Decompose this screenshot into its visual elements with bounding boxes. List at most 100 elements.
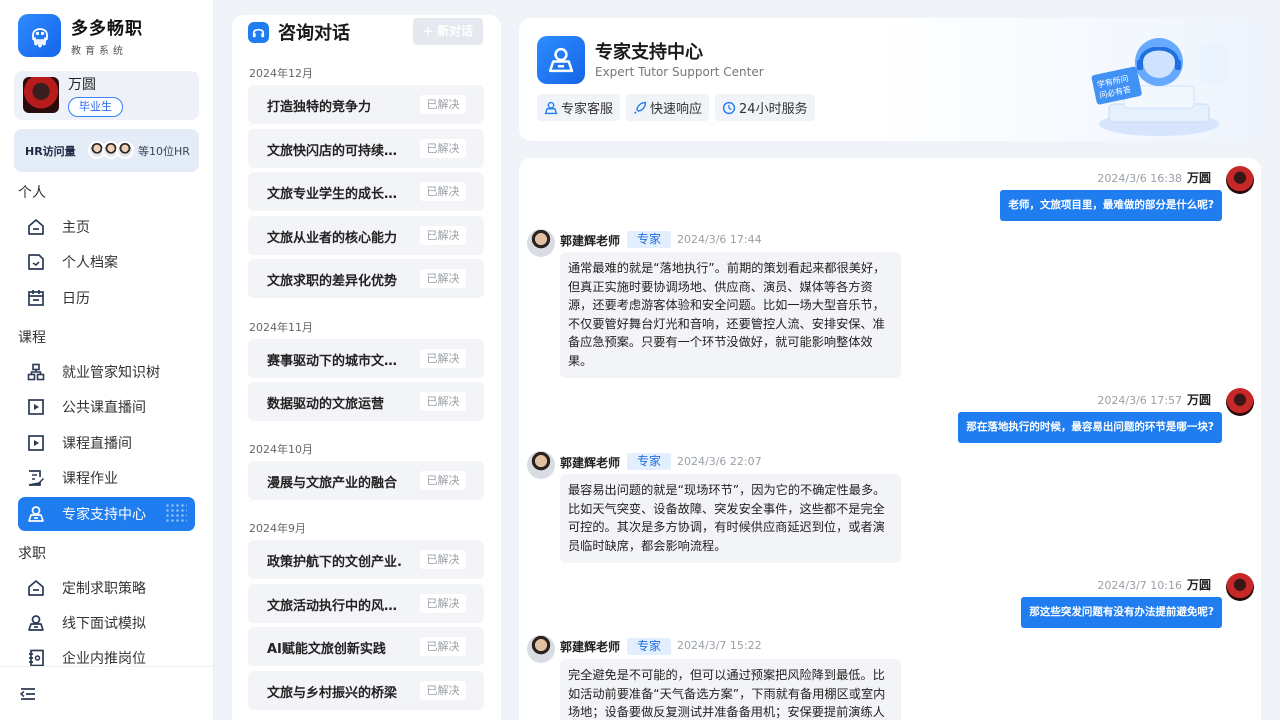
conversation-title: 文旅活动执行中的风险管理	[267, 599, 407, 614]
conversation-title: 文旅与乡村振兴的桥梁	[267, 686, 398, 701]
group-date-label: 2024年10月	[249, 443, 313, 456]
status-badge: 已解决	[420, 182, 466, 201]
nav-section-course: 课程	[18, 330, 46, 346]
nav-item-home[interactable]: 主页	[18, 210, 195, 244]
message-bubble-sent: 老师，文旅项目里，最难做的部分是什么呢?	[1000, 190, 1222, 221]
conversation-item[interactable]: 文旅快闪店的可持续挑战 已解决	[248, 129, 484, 168]
status-badge: 已解决	[420, 392, 466, 411]
message-line: 备应急预案。只要有一个环节没做好，就可能影响整体效	[568, 335, 873, 349]
message-bubble-sent: 那这些突发问题有没有办法提前避免呢?	[1021, 597, 1222, 628]
sender-name: 万圆	[1186, 393, 1211, 407]
message-line: 通常最难的就是“落地执行”。前期的策划看起来都很美好，	[568, 261, 886, 275]
message-meta: 2024/3/6 17:57 万圆	[1011, 391, 1211, 408]
status-badge: 已解决	[420, 95, 466, 114]
avatar	[527, 229, 555, 257]
customer-service-illustration: 学有所问 问必有答	[1091, 38, 1229, 136]
conversation-item[interactable]: 文旅专业学生的成长方向 已解决	[248, 172, 484, 211]
conversation-item[interactable]: 漫展与文旅产业的融合 已解决	[248, 461, 484, 500]
conversation-item[interactable]: 赛事驱动下的城市文旅发展 已解决	[248, 339, 484, 378]
avatar	[1226, 166, 1254, 194]
collapse-menu-icon[interactable]	[19, 685, 37, 703]
conversation-item[interactable]: 文旅与乡村振兴的桥梁 已解决	[248, 671, 484, 710]
feature-tag-label: 快速响应	[650, 102, 703, 117]
conversation-title: 数据驱动的文旅运营	[267, 397, 385, 412]
message-bubble-sent: 那在落地执行的时候，最容易出问题的环节是哪一块?	[958, 412, 1222, 443]
clock-24-icon	[722, 101, 736, 114]
nav-item-calendar[interactable]: 日历	[18, 281, 195, 315]
nav-item-homework[interactable]: 课程作业	[18, 461, 195, 495]
status-badge: 已解决	[420, 550, 466, 569]
new-conversation-button[interactable]: + 新对话	[413, 18, 483, 45]
nav-item-profile[interactable]: 个人档案	[18, 245, 195, 279]
status-badge: 已解决	[420, 681, 466, 700]
status-badge: 已解决	[420, 139, 466, 158]
profile-doc-icon	[26, 252, 46, 272]
message-line: 但真正实施时要协调场地、供应商、演员、媒体等各方资	[568, 279, 873, 294]
nav-item-label: 公共课直播间	[62, 400, 146, 416]
expert-support-icon	[537, 36, 585, 84]
nav-item-label: 定制求职策略	[62, 581, 146, 597]
nav-item-course-live[interactable]: 课程直播间	[18, 426, 195, 460]
nav-item-label: 日历	[62, 291, 90, 307]
sender-name: 万圆	[1186, 171, 1211, 185]
sender-name: 郭建辉老师	[560, 234, 621, 248]
user-card[interactable]: 万圆 毕业生	[14, 71, 199, 120]
expert-badge: 专家	[627, 231, 671, 248]
page-title: 专家支持中心	[595, 42, 703, 63]
hr-avatars	[88, 141, 134, 159]
rocket-icon	[634, 101, 647, 114]
message-time: 2024/3/7 15:22	[677, 639, 762, 652]
feature-tag: 24小时服务	[715, 94, 815, 121]
feature-tag-label: 24小时服务	[739, 102, 808, 117]
nav-item-label: 课程直播间	[62, 436, 132, 452]
conversation-title: AI赋能文旅创新实践	[267, 642, 386, 657]
message-line: 最容易出问题的就是“现场环节”，因为它的不确定性最多。	[568, 483, 886, 497]
avatar	[23, 77, 59, 113]
hr-visits-card[interactable]: HR访问量 等10位HR	[14, 129, 199, 172]
message-line: 员临时缺席，都会影响流程。	[568, 538, 727, 553]
nav-item-expert-support[interactable]: 专家支持中心	[18, 497, 195, 531]
conversation-item[interactable]: 文旅活动执行中的风险管理 已解决	[248, 584, 484, 623]
nav-item-job-strategy[interactable]: 定制求职策略	[18, 571, 195, 605]
nav-item-public-live[interactable]: 公共课直播间	[18, 390, 195, 424]
message-bubble-received: 完全避免是不可能的，但可以通过预案把风险降到最低。比 如活动前要准备“天气备选方…	[560, 659, 901, 720]
conversation-title: 打造独特的竞争力	[267, 100, 372, 115]
knowledge-tree-icon	[26, 362, 46, 382]
conversation-item[interactable]: 文旅求职的差异化优势 已解决	[248, 259, 484, 298]
expert-badge: 专家	[627, 453, 671, 470]
user-name: 万圆	[68, 77, 96, 93]
sender-name: 郭建辉老师	[560, 640, 621, 654]
conversation-item[interactable]: AI赋能文旅创新实践 已解决	[248, 627, 484, 666]
conversation-item[interactable]: 打造独特的竞争力 已解决	[248, 85, 484, 124]
conversation-list-title: 咨询对话	[278, 23, 350, 44]
status-badge: 已解决	[420, 269, 466, 288]
play-icon	[26, 433, 46, 453]
group-date-label: 2024年11月	[249, 321, 313, 334]
referral-icon	[26, 648, 46, 668]
sidebar: 多多畅职 教育系统 万圆 毕业生 HR访问量 等10位HR 个人 主页 个人档案…	[0, 0, 214, 720]
nav-item-knowledge-tree[interactable]: 就业管家知识树	[18, 355, 195, 389]
user-status-badge: 毕业生	[68, 97, 123, 117]
octopus-logo-icon	[18, 14, 61, 57]
message-line: 不仅要管好舞台灯光和音响，还要管控人流、安排安保、准	[568, 316, 885, 331]
feature-tags: 专家客服 快速响应 24小时服务	[537, 94, 821, 121]
message-line: 如活动前要准备“天气备选方案”，下雨就有备用棚区或室内	[568, 686, 886, 701]
sender-name: 万圆	[1186, 578, 1211, 592]
conversation-item[interactable]: 文旅从业者的核心能力 已解决	[248, 216, 484, 255]
conversation-title: 文旅快闪店的可持续挑战	[267, 144, 407, 159]
brand[interactable]: 多多畅职 教育系统	[18, 14, 143, 57]
message-time: 2024/3/7 10:16	[1097, 579, 1182, 592]
nav-item-mock-interview[interactable]: 线下面试模拟	[18, 606, 195, 640]
conversation-item[interactable]: 数据驱动的文旅运营 已解决	[248, 382, 484, 421]
conversation-item[interactable]: 政策护航下的文创产业. 已解决	[248, 540, 484, 579]
sender-name: 郭建辉老师	[560, 456, 621, 470]
nav-item-label: 线下面试模拟	[62, 616, 146, 632]
interview-icon	[26, 613, 46, 633]
status-badge: 已解决	[420, 349, 466, 368]
feature-tag: 专家客服	[537, 94, 621, 121]
message-time: 2024/3/6 16:38	[1097, 172, 1182, 185]
expert-service-icon	[544, 101, 558, 114]
headset-icon	[248, 21, 269, 43]
conversation-title: 文旅专业学生的成长方向	[267, 187, 407, 202]
avatar	[527, 635, 555, 663]
